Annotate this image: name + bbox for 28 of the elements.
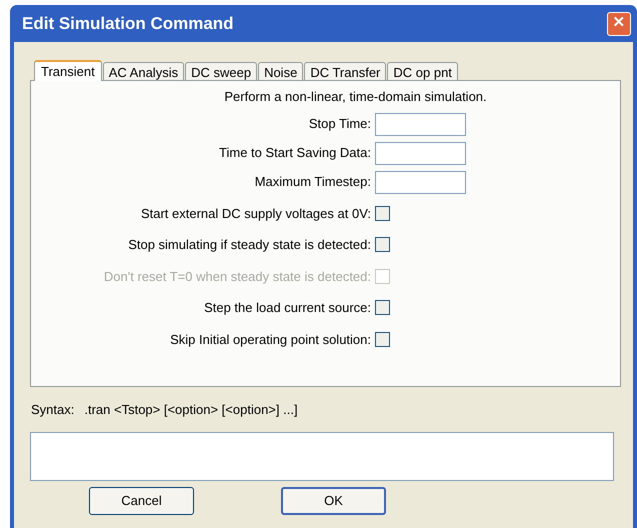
tab[interactable]: DC sweep — [185, 62, 258, 80]
checkbox[interactable] — [375, 237, 390, 252]
checkbox[interactable] — [375, 206, 390, 221]
dialog-button[interactable]: OK — [281, 486, 386, 514]
input-field[interactable] — [375, 112, 466, 136]
input-field[interactable] — [375, 142, 466, 164]
option-label: Skip Initial operating point solution: — [169, 330, 372, 349]
option-label: Start external DC supply voltages at 0V: — [140, 204, 372, 223]
option-label: Stop simulating if steady state is detected: — [127, 236, 372, 254]
field-label: Maximum Timestep: — [254, 173, 372, 192]
command-field[interactable] — [30, 432, 614, 480]
syntax-label: Syntax: — [31, 401, 74, 419]
input-field[interactable] — [375, 170, 466, 194]
tab[interactable]: DC op pnt — [387, 62, 458, 80]
checkbox[interactable] — [375, 332, 390, 347]
option-label: Don't reset T=0 when steady state is detected: — [102, 268, 372, 286]
syntax-text: .tran <Tstop> [<option> [<option>] ...] — [84, 401, 298, 419]
checkbox[interactable] — [375, 300, 390, 316]
description: Perform a non-linear, time-domain simulation. — [223, 88, 488, 106]
field-label: Time to Start Saving Data: — [218, 144, 372, 162]
dialog-button[interactable]: Cancel — [89, 486, 194, 514]
option-label: Step the load current source: — [203, 299, 372, 317]
field-label: Stop Time: — [308, 115, 372, 134]
tab[interactable]: DC Transfer — [304, 62, 386, 80]
window-title: Edit Simulation Command — [22, 12, 234, 35]
tab[interactable]: Transient — [34, 60, 102, 81]
tab[interactable]: Noise — [258, 62, 304, 80]
tab[interactable]: AC Analysis — [102, 62, 184, 80]
